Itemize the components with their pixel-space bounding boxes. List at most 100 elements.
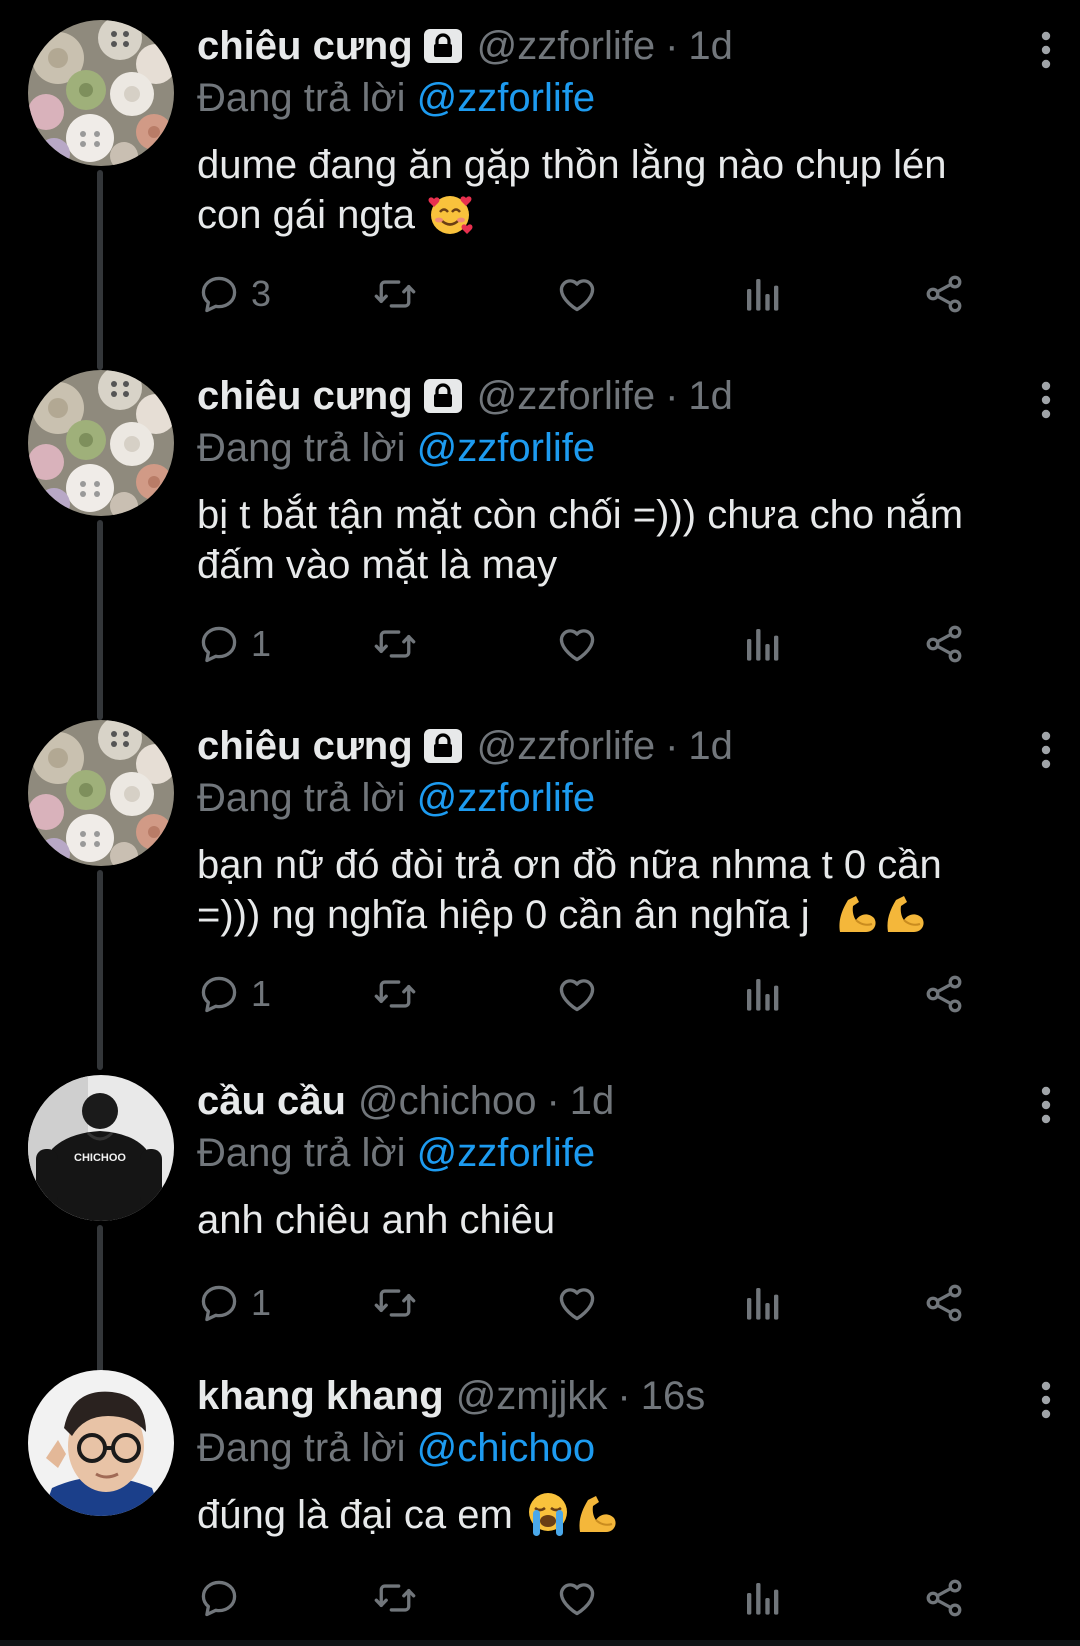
like-button[interactable] (555, 619, 599, 669)
more-options-icon[interactable] (1040, 30, 1052, 70)
tweet-body: cầu cầu @chichoo · 1d Đang trả lời @zzfo… (197, 1075, 1050, 1245)
timestamp[interactable]: 16s (641, 1370, 706, 1422)
avatar[interactable]: CHICHOO (28, 1075, 174, 1221)
avatar[interactable] (28, 720, 174, 866)
tweet-header: cầu cầu @chichoo · 1d (197, 1075, 1050, 1127)
separator-dot: · (665, 24, 679, 68)
more-options-icon[interactable] (1040, 1085, 1052, 1125)
retweet-button[interactable] (372, 269, 418, 319)
views-button[interactable] (742, 269, 782, 319)
like-button[interactable] (555, 269, 599, 319)
tweet-actions: 1 (197, 969, 1027, 1019)
timestamp[interactable]: 1d (688, 370, 733, 422)
mention-link[interactable]: @zzforlife (417, 776, 595, 820)
avatar[interactable] (28, 20, 174, 166)
more-options-icon[interactable] (1040, 730, 1052, 770)
flexed-biceps-emoji (572, 1490, 620, 1538)
views-button[interactable] (742, 1278, 782, 1328)
like-icon (555, 272, 599, 316)
timestamp[interactable]: 1d (688, 720, 733, 772)
timestamp[interactable]: 1d (570, 1075, 615, 1127)
reply-count: 3 (251, 273, 272, 314)
tweet-header: chiêu cưng @zzforlife · 1d (197, 370, 1050, 422)
reply-count: 1 (251, 973, 272, 1014)
separator-dot: · (617, 1374, 631, 1418)
retweet-button[interactable] (372, 1573, 418, 1623)
views-button[interactable] (742, 1573, 782, 1623)
views-icon (742, 974, 782, 1014)
tweet-actions: 1 (197, 619, 1027, 669)
reply-button[interactable] (197, 1573, 251, 1623)
username[interactable]: @zmjjkk (456, 1370, 608, 1422)
views-button[interactable] (742, 969, 782, 1019)
tweet-1[interactable]: chiêu cưng @zzforlife · 1d Đang trả lời … (0, 20, 1080, 370)
like-icon (555, 1281, 599, 1325)
share-button[interactable] (922, 969, 966, 1019)
share-button[interactable] (922, 1573, 966, 1623)
tweet-actions: 1 (197, 1278, 1027, 1328)
like-icon (555, 972, 599, 1016)
display-name[interactable]: khang khang (197, 1370, 444, 1422)
share-button[interactable] (922, 619, 966, 669)
reply-button[interactable]: 1 (197, 619, 271, 669)
replying-to: Đang trả lời @zzforlife (197, 422, 1050, 474)
reply-button[interactable]: 1 (197, 969, 271, 1019)
retweet-icon (372, 1281, 418, 1325)
separator-dot: · (665, 374, 679, 418)
separator-dot: · (665, 724, 679, 768)
like-button[interactable] (555, 969, 599, 1019)
reply-button[interactable]: 1 (197, 1278, 271, 1328)
views-icon (742, 1283, 782, 1323)
like-button[interactable] (555, 1573, 599, 1623)
mention-link[interactable]: @zzforlife (417, 1131, 595, 1175)
mention-link[interactable]: @chichoo (417, 1426, 595, 1470)
reply-icon (197, 1576, 241, 1620)
avatar-shirt-text: CHICHOO (74, 1152, 126, 1164)
retweet-icon (372, 972, 418, 1016)
username[interactable]: @zzforlife (477, 20, 655, 72)
display-name[interactable]: cầu cầu (197, 1075, 346, 1127)
more-options-icon[interactable] (1040, 1380, 1052, 1420)
reply-button[interactable]: 3 (197, 269, 271, 319)
replying-to: Đang trả lời @zzforlife (197, 772, 1050, 824)
mention-link[interactable]: @zzforlife (417, 76, 595, 120)
tweet-3[interactable]: chiêu cưng @zzforlife · 1d Đang trả lời … (0, 720, 1080, 1070)
tweet-text: bị t bắt tận mặt còn chối =))) chưa cho … (197, 490, 1050, 590)
share-button[interactable] (922, 269, 966, 319)
share-icon (922, 1281, 966, 1325)
share-icon (922, 272, 966, 316)
flexed-biceps-emoji (880, 890, 928, 938)
tweet-body: chiêu cưng @zzforlife · 1d Đang trả lời … (197, 370, 1050, 590)
views-button[interactable] (742, 619, 782, 669)
retweet-button[interactable] (372, 619, 418, 669)
username[interactable]: @zzforlife (477, 370, 655, 422)
retweet-button[interactable] (372, 1278, 418, 1328)
display-name[interactable]: chiêu cưng (197, 20, 413, 72)
avatar[interactable] (28, 1370, 174, 1516)
display-name[interactable]: chiêu cưng (197, 720, 413, 772)
username[interactable]: @zzforlife (477, 720, 655, 772)
views-icon (742, 1578, 782, 1618)
share-button[interactable] (922, 1278, 966, 1328)
like-button[interactable] (555, 1278, 599, 1328)
timestamp[interactable]: 1d (688, 20, 733, 72)
tweet-text-content: bị t bắt tận mặt còn chối =))) chưa cho … (197, 493, 964, 587)
retweet-button[interactable] (372, 969, 418, 1019)
avatar[interactable] (28, 370, 174, 516)
username[interactable]: @chichoo (358, 1075, 536, 1127)
share-icon (922, 622, 966, 666)
tweet-5[interactable]: khang khang @zmjjkk · 16s Đang trả lời @… (0, 1370, 1080, 1620)
tweet-2[interactable]: chiêu cưng @zzforlife · 1d Đang trả lời … (0, 370, 1080, 720)
views-icon (742, 274, 782, 314)
tweet-text-content: dume đang ăn gặp thồn lằng nào chụp lén … (197, 143, 947, 237)
replying-to: Đang trả lời @zzforlife (197, 1127, 1050, 1179)
display-name[interactable]: chiêu cưng (197, 370, 413, 422)
tweet-body: chiêu cưng @zzforlife · 1d Đang trả lời … (197, 20, 1050, 240)
tweet-4[interactable]: CHICHOO cầu cầu @chichoo · 1d Đang trả l… (0, 1075, 1080, 1375)
mention-link[interactable]: @zzforlife (417, 426, 595, 470)
more-options-icon[interactable] (1040, 380, 1052, 420)
flexed-biceps-emoji (832, 890, 880, 938)
reply-icon (197, 972, 241, 1016)
tweet-text-content: đúng là đại ca em (197, 1493, 524, 1537)
share-icon (922, 1576, 966, 1620)
